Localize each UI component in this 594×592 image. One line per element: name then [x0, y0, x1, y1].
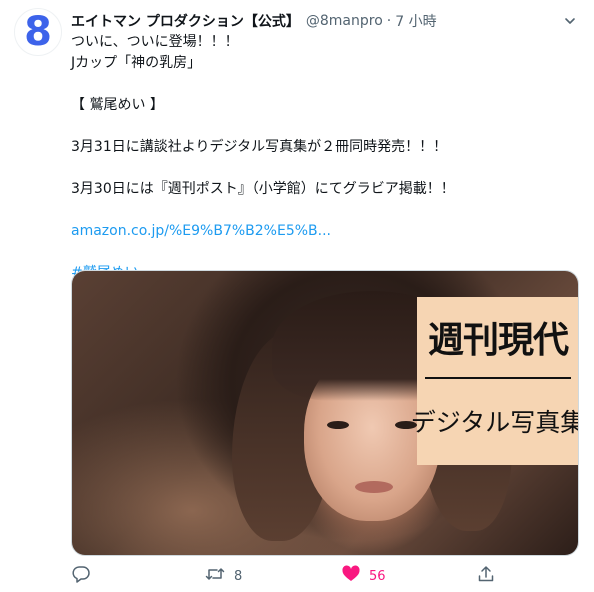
- separator-dot: ·: [386, 13, 392, 29]
- tweet-line: 3月31日に講談社よりデジタル写真集が２冊同時発売！！！: [71, 139, 448, 155]
- timestamp[interactable]: 7 小時: [395, 11, 436, 31]
- reply-button[interactable]: [71, 564, 91, 588]
- heart-icon: [341, 564, 361, 588]
- user-handle[interactable]: @8manpro: [306, 13, 383, 29]
- amazon-link[interactable]: amazon.co.jp/%E9%B7%B2%E5%B...: [71, 221, 579, 242]
- retweet-button[interactable]: 8: [204, 564, 242, 588]
- retweet-icon: [204, 564, 226, 588]
- tweet-line: 【 鷲尾めい 】: [71, 97, 164, 113]
- like-button[interactable]: 56: [341, 564, 386, 588]
- tweet-text: ついに、ついに登場！！！ Jカップ「神の乳房」 【 鷲尾めい 】 3月31日に講…: [71, 32, 579, 284]
- more-options-chevron-icon[interactable]: [560, 11, 580, 31]
- photo-lips: [355, 481, 393, 493]
- tweet-line: 3月30日には『週刊ポスト』（小学館）にてグラビア掲載！！: [71, 181, 455, 197]
- photo-eye: [327, 421, 349, 429]
- magazine-subtitle: デジタル写真集: [410, 408, 579, 437]
- divider: [425, 377, 571, 379]
- avatar-logo: 8: [24, 9, 52, 55]
- magazine-logo-panel: 週刊現代 デジタル写真集: [410, 297, 579, 465]
- tweet-line: ついに、ついに登場！！！: [71, 34, 239, 50]
- display-name[interactable]: エイトマン プロダクション【公式】: [71, 11, 300, 31]
- reply-icon: [71, 564, 91, 588]
- share-button[interactable]: [476, 564, 496, 588]
- tweet-actions: 8 56: [71, 564, 501, 588]
- tweet-line: Jカップ「神の乳房」: [71, 55, 202, 71]
- tweet-media-image[interactable]: 週刊現代 デジタル写真集: [71, 270, 579, 556]
- share-icon: [476, 564, 496, 588]
- like-count: 56: [369, 568, 386, 584]
- magazine-title: 週刊現代: [427, 320, 569, 361]
- retweet-count: 8: [234, 568, 243, 584]
- tweet-header: エイトマン プロダクション【公式】 @8manpro · 7 小時: [71, 11, 580, 31]
- avatar[interactable]: 8: [14, 8, 62, 56]
